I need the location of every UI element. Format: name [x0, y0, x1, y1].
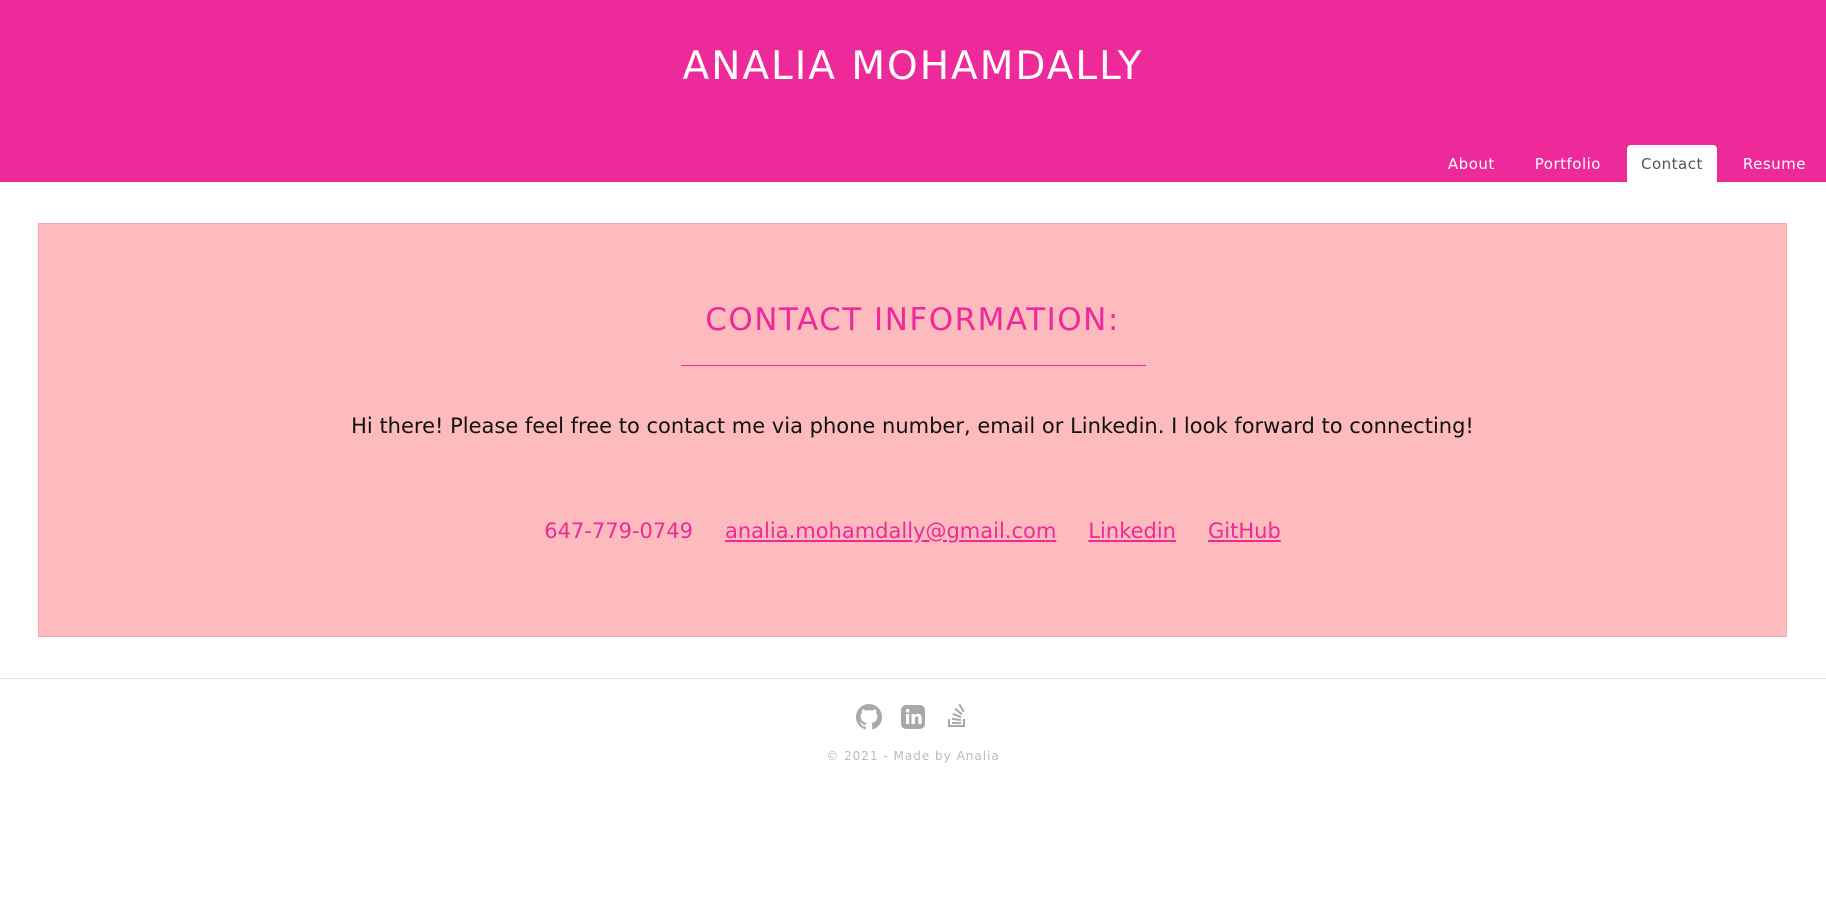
- main-nav: About Portfolio Contact Resume: [1428, 145, 1826, 182]
- nav-item-about[interactable]: About: [1428, 145, 1515, 182]
- contact-intro: Hi there! Please feel free to contact me…: [351, 414, 1474, 438]
- linkedin-icon[interactable]: [900, 704, 926, 730]
- site-footer: © 2021 - Made by Analia: [0, 678, 1826, 915]
- stackoverflow-icon[interactable]: [944, 704, 970, 730]
- email-link[interactable]: analia.mohamdally@gmail.com: [725, 519, 1056, 543]
- site-header: ANALIA MOHAMDALLY About Portfolio Contac…: [0, 0, 1826, 182]
- title-divider: [681, 365, 1146, 366]
- footer-social-icons: [0, 704, 1826, 730]
- github-link[interactable]: GitHub: [1208, 519, 1281, 543]
- nav-item-portfolio[interactable]: Portfolio: [1515, 145, 1621, 182]
- footer-copyright: © 2021 - Made by Analia: [826, 749, 1000, 763]
- github-icon[interactable]: [856, 704, 882, 730]
- contact-title: CONTACT INFORMATION:: [705, 302, 1120, 338]
- contact-links: 647-779-0749 analia.mohamdally@gmail.com…: [39, 519, 1786, 543]
- nav-item-resume[interactable]: Resume: [1723, 145, 1826, 182]
- nav-item-contact[interactable]: Contact: [1627, 145, 1717, 182]
- phone-number: 647-779-0749: [544, 519, 693, 543]
- site-title: ANALIA MOHAMDALLY: [682, 44, 1144, 89]
- linkedin-link[interactable]: Linkedin: [1088, 519, 1176, 543]
- contact-panel: CONTACT INFORMATION: Hi there! Please fe…: [38, 223, 1787, 637]
